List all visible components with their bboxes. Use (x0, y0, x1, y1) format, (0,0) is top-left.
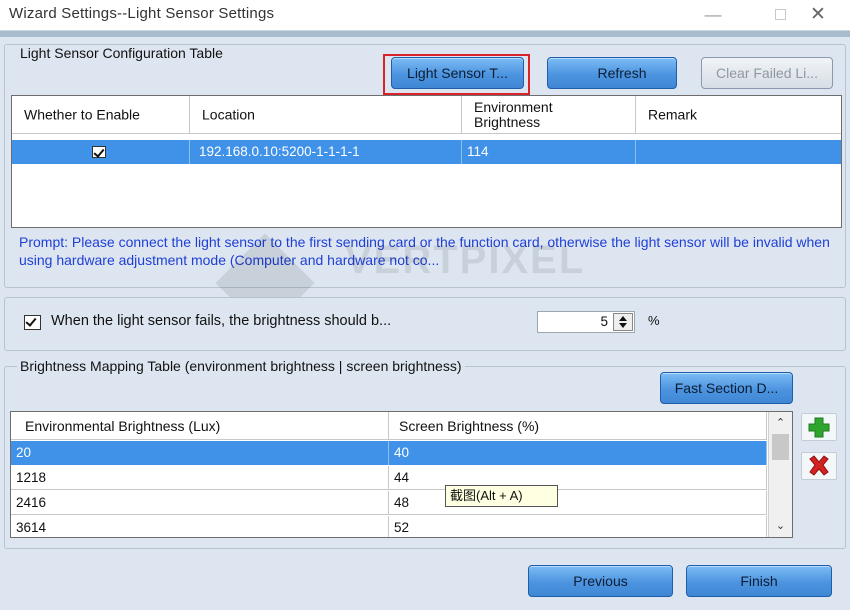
enable-cell[interactable] (12, 140, 190, 164)
table-row[interactable]: 3614 52 (11, 516, 767, 537)
add-row-button[interactable] (801, 413, 837, 441)
brightness-cell: 114 (462, 140, 636, 164)
sensor-fail-checkbox[interactable] (24, 315, 41, 330)
table-row[interactable]: 1218 44 (11, 466, 767, 490)
minimize-button[interactable]: — (693, 2, 733, 28)
table-row[interactable]: 192.168.0.10:5200-1-1-1-1 114 (12, 140, 841, 164)
plus-icon (808, 417, 830, 438)
column-header-env[interactable]: Environmental Brightness (Lux) (11, 412, 389, 440)
window-frame (0, 30, 850, 37)
table-row[interactable]: 2416 48 (11, 491, 767, 515)
finish-button[interactable]: Finish (686, 565, 832, 597)
screen-cell: 52 (389, 516, 767, 537)
column-header-location[interactable]: Location (190, 96, 462, 134)
scroll-up-icon[interactable]: ⌃ (769, 414, 792, 432)
x-icon (809, 455, 829, 476)
delete-row-button[interactable] (801, 452, 837, 480)
column-header-remark[interactable]: Remark (636, 96, 841, 134)
table-row[interactable]: 20 40 (11, 441, 767, 465)
window-title: Wizard Settings--Light Sensor Settings (9, 5, 275, 22)
env-cell: 20 (11, 441, 389, 465)
column-header-enable[interactable]: Whether to Enable (12, 96, 190, 134)
previous-button[interactable]: Previous (528, 565, 673, 597)
config-group-legend: Light Sensor Configuration Table (17, 45, 226, 61)
maximize-button[interactable] (760, 2, 800, 28)
vertical-scrollbar[interactable]: ⌃ ⌄ (768, 412, 792, 537)
remark-cell (636, 140, 841, 164)
screen-cell: 40 (389, 441, 767, 465)
fast-section-button[interactable]: Fast Section D... (660, 372, 793, 404)
percent-unit: % (648, 313, 660, 328)
tooltip: 截图(Alt + A) (445, 485, 558, 507)
refresh-button[interactable]: Refresh (547, 57, 677, 89)
brightness-spinbox[interactable]: 5 (537, 311, 635, 333)
enable-checkbox[interactable] (92, 146, 106, 159)
env-cell: 2416 (11, 491, 389, 515)
scroll-down-icon[interactable]: ⌄ (769, 517, 792, 535)
column-header-screen[interactable]: Screen Brightness (%) (389, 412, 767, 440)
spinbox-arrows[interactable] (613, 313, 633, 331)
maximize-icon (774, 9, 786, 20)
env-cell: 3614 (11, 516, 389, 537)
location-cell: 192.168.0.10:5200-1-1-1-1 (190, 140, 462, 164)
spinbox-value: 5 (600, 314, 608, 329)
title-bar: Wizard Settings--Light Sensor Settings —… (0, 0, 850, 30)
prompt-text: Prompt: Please connect the light sensor … (19, 234, 830, 268)
mapping-table: Environmental Brightness (Lux) Screen Br… (10, 411, 793, 538)
clear-failed-button[interactable]: Clear Failed Li... (701, 57, 833, 89)
column-header-brightness[interactable]: Environment Brightness (462, 96, 636, 134)
mapping-group-legend: Brightness Mapping Table (environment br… (17, 358, 465, 374)
close-button[interactable]: ✕ (798, 2, 838, 28)
sensor-fail-label: When the light sensor fails, the brightn… (51, 313, 392, 329)
scroll-thumb[interactable] (772, 434, 789, 460)
light-sensor-test-button[interactable]: Light Sensor T... (391, 57, 524, 89)
env-cell: 1218 (11, 466, 389, 490)
sensor-table: Whether to Enable Location Environment B… (11, 95, 842, 228)
